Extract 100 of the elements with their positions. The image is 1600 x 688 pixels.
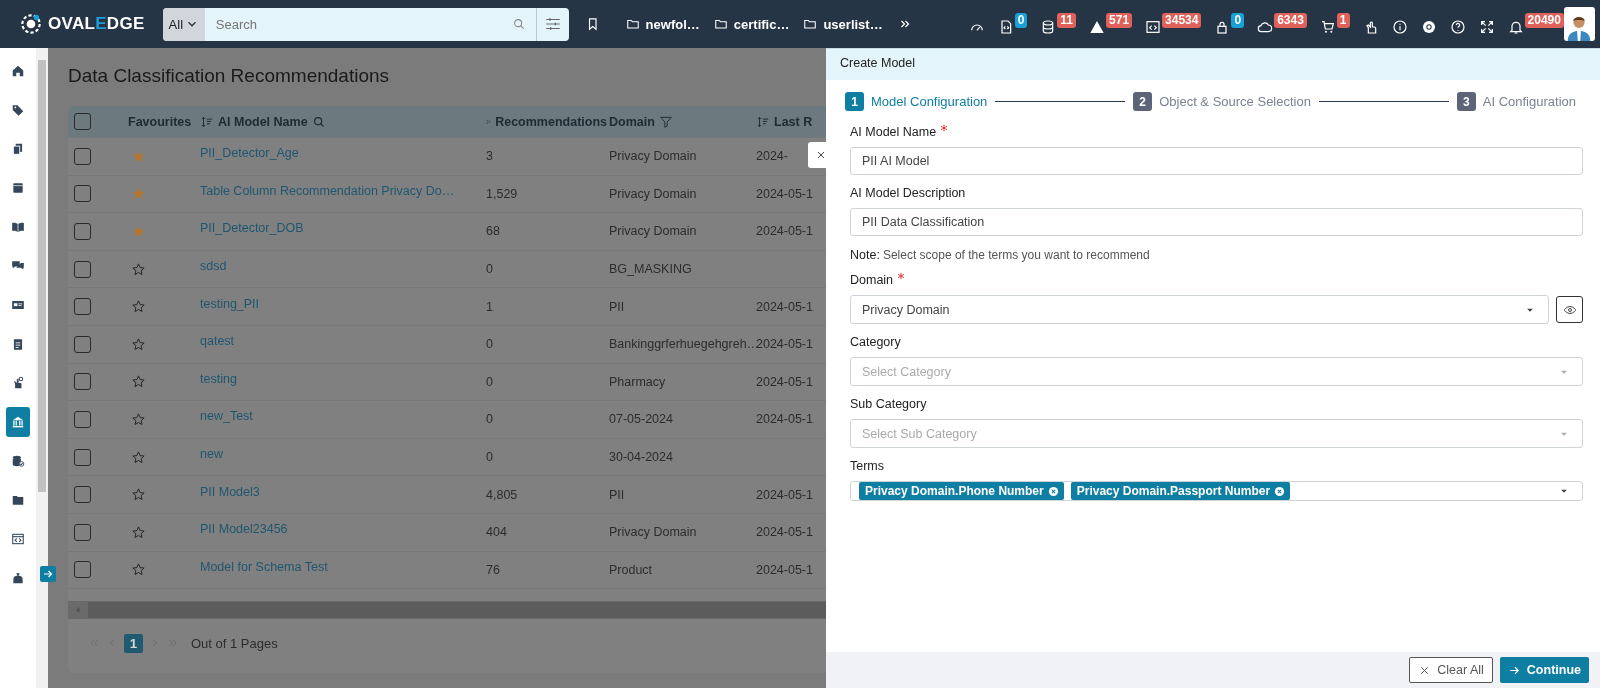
page-button[interactable]: 1 (124, 633, 143, 653)
step-number[interactable]: 1 (845, 92, 864, 111)
search-field[interactable]: Search (213, 15, 513, 33)
table-cell: 2024-05-1 (756, 374, 813, 389)
count-badge: 571 (1106, 13, 1133, 28)
row-checkbox[interactable] (74, 373, 91, 391)
star-outline-icon[interactable] (131, 261, 146, 277)
field-label: AI Model Description (850, 186, 966, 200)
code-button[interactable] (1145, 19, 1162, 35)
expand-sidebar-button[interactable] (40, 566, 56, 582)
select-field[interactable]: Select Sub Category (850, 419, 1583, 448)
column-header[interactable]: AI Model Name (218, 114, 308, 129)
info-icon (1391, 19, 1408, 35)
model-name-link[interactable]: PII_Detector_Age (200, 146, 299, 161)
scope-dropdown[interactable]: All (162, 7, 205, 41)
row-checkbox[interactable] (74, 185, 91, 203)
column-header[interactable]: Favourites (128, 114, 192, 129)
tags-field[interactable]: Privacy Domain.Phone Number Privacy Domain.Passport Number (850, 481, 1583, 501)
column-header[interactable]: Recommendations (495, 114, 607, 129)
scrollbar-thumb[interactable] (38, 60, 46, 492)
filter-icon (658, 114, 673, 129)
model-name-link[interactable]: testing_PII (200, 296, 260, 311)
cart-icon (1319, 19, 1336, 35)
row-checkbox[interactable] (74, 223, 91, 240)
cart-button[interactable] (1319, 19, 1336, 35)
star-outline-icon[interactable] (131, 411, 146, 427)
star-outline-icon[interactable] (131, 336, 146, 352)
folder-tab[interactable]: userlist… (803, 16, 883, 32)
count-badge: 1 (1336, 13, 1350, 28)
cloud-button[interactable] (1257, 19, 1274, 35)
warning-button[interactable] (1089, 19, 1106, 35)
row-checkbox[interactable] (74, 448, 91, 466)
term-chip[interactable]: Privacy Domain.Passport Number (1070, 482, 1291, 500)
star-outline-icon[interactable] (131, 449, 146, 465)
panel-title: Create Model (826, 48, 1600, 80)
model-name-link[interactable]: qatest (200, 334, 235, 349)
star-outline-icon[interactable] (131, 524, 146, 540)
preview-button[interactable] (1556, 296, 1583, 323)
table-cell: 0 (486, 337, 493, 352)
remove-icon (1047, 485, 1059, 497)
clear-button[interactable]: Clear All (1409, 657, 1493, 683)
table-cell: 2024-05-1 (756, 487, 813, 502)
step-number[interactable]: 2 (1133, 92, 1153, 111)
column-header[interactable]: Domain (609, 114, 655, 129)
model-name-link[interactable]: testing (200, 371, 237, 386)
model-name-link[interactable]: PII_Detector_DOB (200, 221, 304, 236)
folder-tab[interactable]: certific… (713, 16, 790, 32)
star-outline-icon[interactable] (131, 299, 146, 315)
select-all-checkbox[interactable] (74, 113, 91, 130)
count-badge: 34534 (1162, 13, 1202, 28)
help-icon (1449, 19, 1466, 35)
star-outline-icon[interactable] (131, 487, 146, 503)
note-text: Select scope of the terms you want to recommend (882, 248, 1150, 262)
step-number[interactable]: 3 (1456, 92, 1476, 111)
model-name-link[interactable]: PII Model3 (200, 484, 260, 499)
table-cell: 30-04-2024 (609, 450, 673, 465)
star-icon[interactable] (131, 148, 146, 164)
bell-button[interactable] (1507, 19, 1524, 35)
text-field[interactable]: PII Data Classification (850, 208, 1583, 236)
star-icon[interactable] (131, 224, 146, 239)
model-name-link[interactable]: PII Model23456 (200, 522, 288, 537)
page-summary: Out of 1 Pages (191, 635, 278, 651)
avatar[interactable] (1563, 7, 1595, 41)
select-field[interactable]: Select Category (850, 357, 1583, 386)
star-outline-icon[interactable] (131, 374, 146, 390)
continue-button[interactable]: Continue (1499, 657, 1589, 683)
row-checkbox[interactable] (74, 147, 91, 165)
field-label: Domain (850, 273, 894, 287)
browser-button[interactable] (1420, 19, 1437, 35)
model-name-link[interactable]: Table Column Recommendation Privacy Do… (200, 183, 455, 198)
search-bar[interactable]: All Search (162, 7, 570, 41)
page-title: Data Classification Recommendations (68, 64, 391, 88)
row-checkbox[interactable] (74, 486, 91, 504)
model-name-link[interactable]: new_Test (200, 409, 253, 424)
table-cell: PII (609, 487, 625, 502)
search-icon (311, 114, 326, 129)
sidebar-item[interactable] (6, 407, 30, 437)
book-icon (11, 220, 25, 234)
row-checkbox[interactable] (74, 410, 91, 428)
term-chip[interactable]: Privacy Domain.Phone Number (859, 482, 1064, 500)
row-checkbox[interactable] (74, 335, 91, 353)
scrollbar[interactable] (36, 48, 48, 688)
model-name-link[interactable]: Model for Schema Test (200, 559, 328, 574)
row-checkbox[interactable] (74, 298, 91, 316)
text-field[interactable]: PII AI Model (850, 147, 1583, 175)
row-checkbox[interactable] (74, 523, 91, 541)
model-name-link[interactable]: new (200, 447, 223, 462)
folder-tab[interactable]: newfol… (625, 16, 700, 32)
column-header[interactable]: Last R (774, 114, 813, 129)
row-checkbox[interactable] (74, 260, 91, 278)
hand-icon (11, 376, 25, 390)
row-checkbox[interactable] (74, 561, 91, 579)
info-button[interactable] (1391, 19, 1408, 35)
bank-icon (11, 415, 25, 429)
table-cell: 1 (486, 299, 493, 314)
star-outline-icon[interactable] (131, 562, 146, 578)
help-button[interactable] (1449, 19, 1466, 35)
model-name-link[interactable]: sdsd (200, 259, 227, 274)
select-field[interactable]: Privacy Domain (850, 295, 1549, 324)
expand-button[interactable] (1478, 19, 1495, 35)
